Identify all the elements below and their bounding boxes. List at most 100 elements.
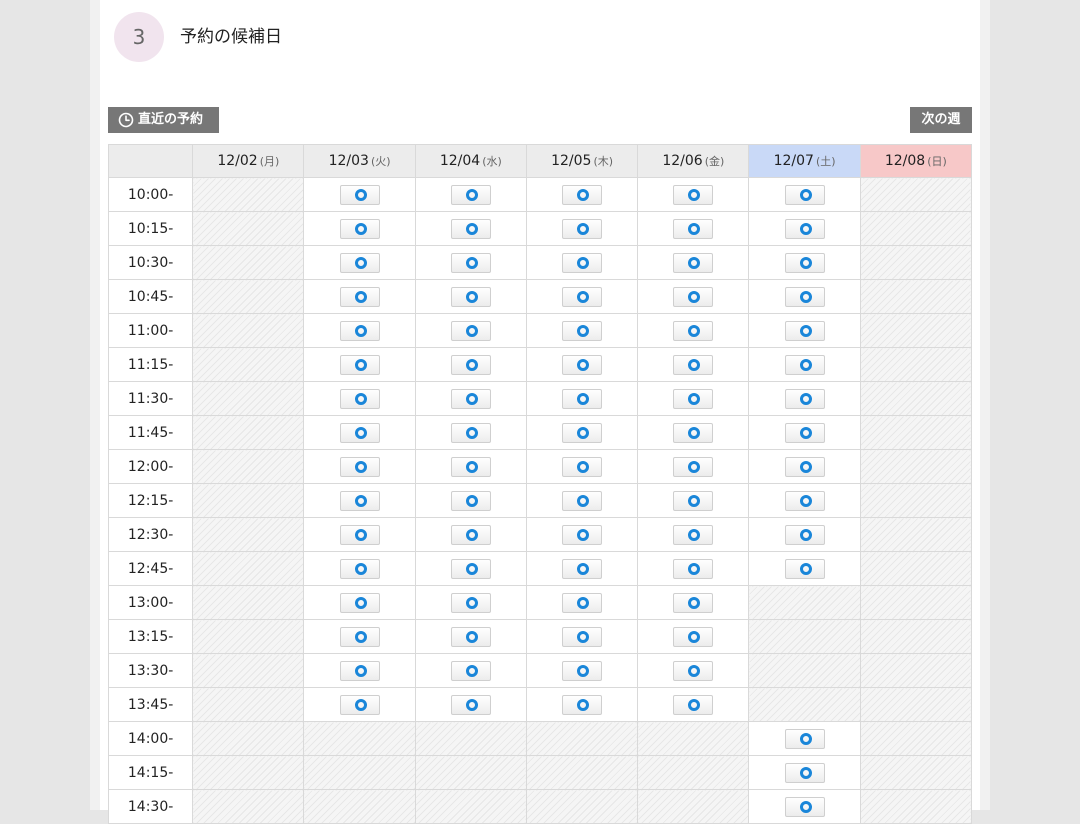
available-slot-button[interactable]	[450, 252, 491, 273]
slot-cell-unavailable	[859, 449, 973, 484]
available-slot-button[interactable]	[673, 252, 714, 273]
available-slot-button[interactable]	[562, 626, 603, 647]
slot-cell-available	[748, 177, 861, 212]
available-slot-button[interactable]	[562, 660, 603, 681]
slot-cell-unavailable	[859, 653, 973, 688]
available-slot-button[interactable]	[339, 388, 380, 409]
available-slot-button[interactable]	[562, 456, 603, 477]
available-slot-button[interactable]	[784, 252, 825, 273]
circle-icon	[577, 290, 590, 303]
available-slot-button[interactable]	[450, 320, 491, 341]
available-slot-button[interactable]	[339, 626, 380, 647]
time-label: 13:00-	[107, 585, 194, 620]
slot-cell-available	[303, 313, 416, 348]
available-slot-button[interactable]	[673, 592, 714, 613]
day-header-2: 12/04 (水)	[414, 144, 527, 178]
available-slot-button[interactable]	[339, 660, 380, 681]
available-slot-button[interactable]	[784, 422, 825, 443]
available-slot-button[interactable]	[339, 694, 380, 715]
available-slot-button[interactable]	[673, 422, 714, 443]
available-slot-button[interactable]	[562, 524, 603, 545]
available-slot-button[interactable]	[339, 456, 380, 477]
available-slot-button[interactable]	[673, 456, 714, 477]
circle-icon	[688, 460, 701, 473]
recent-reservation-label: 直近の予約	[138, 112, 204, 127]
available-slot-button[interactable]	[450, 592, 491, 613]
available-slot-button[interactable]	[339, 252, 380, 273]
available-slot-button[interactable]	[562, 422, 603, 443]
calendar-body: 10:00- 10:15- 10:30- 10:45- 11:00- 11:15- 11:3…	[107, 177, 973, 824]
available-slot-button[interactable]	[339, 354, 380, 375]
available-slot-button[interactable]	[673, 558, 714, 579]
slot-cell-available	[748, 211, 861, 246]
available-slot-button[interactable]	[673, 218, 714, 239]
available-slot-button[interactable]	[673, 694, 714, 715]
available-slot-button[interactable]	[562, 218, 603, 239]
available-slot-button[interactable]	[673, 320, 714, 341]
available-slot-button[interactable]	[562, 558, 603, 579]
available-slot-button[interactable]	[784, 184, 825, 205]
available-slot-button[interactable]	[673, 388, 714, 409]
available-slot-button[interactable]	[339, 422, 380, 443]
available-slot-button[interactable]	[784, 558, 825, 579]
available-slot-button[interactable]	[339, 558, 380, 579]
available-slot-button[interactable]	[450, 694, 491, 715]
available-slot-button[interactable]	[450, 286, 491, 307]
available-slot-button[interactable]	[562, 320, 603, 341]
available-slot-button[interactable]	[562, 354, 603, 375]
available-slot-button[interactable]	[450, 660, 491, 681]
available-slot-button[interactable]	[450, 184, 491, 205]
available-slot-button[interactable]	[339, 218, 380, 239]
available-slot-button[interactable]	[673, 286, 714, 307]
available-slot-button[interactable]	[339, 490, 380, 511]
available-slot-button[interactable]	[673, 626, 714, 647]
circle-icon	[465, 188, 478, 201]
available-slot-button[interactable]	[450, 354, 491, 375]
available-slot-button[interactable]	[450, 558, 491, 579]
available-slot-button[interactable]	[450, 388, 491, 409]
available-slot-button[interactable]	[784, 218, 825, 239]
available-slot-button[interactable]	[339, 286, 380, 307]
available-slot-button[interactable]	[339, 524, 380, 545]
available-slot-button[interactable]	[673, 524, 714, 545]
available-slot-button[interactable]	[784, 728, 825, 749]
available-slot-button[interactable]	[784, 796, 825, 817]
day-header-date: 12/06	[662, 153, 703, 169]
available-slot-button[interactable]	[562, 184, 603, 205]
available-slot-button[interactable]	[339, 320, 380, 341]
available-slot-button[interactable]	[562, 592, 603, 613]
available-slot-button[interactable]	[673, 660, 714, 681]
available-slot-button[interactable]	[562, 252, 603, 273]
circle-icon	[799, 358, 812, 371]
available-slot-button[interactable]	[450, 456, 491, 477]
available-slot-button[interactable]	[562, 490, 603, 511]
available-slot-button[interactable]	[784, 456, 825, 477]
next-week-button[interactable]: 次の週	[910, 107, 972, 133]
available-slot-button[interactable]	[784, 388, 825, 409]
available-slot-button[interactable]	[450, 626, 491, 647]
available-slot-button[interactable]	[673, 490, 714, 511]
available-slot-button[interactable]	[784, 286, 825, 307]
available-slot-button[interactable]	[562, 286, 603, 307]
available-slot-button[interactable]	[784, 524, 825, 545]
available-slot-button[interactable]	[673, 184, 714, 205]
available-slot-button[interactable]	[339, 592, 380, 613]
time-row: 12:00-	[107, 449, 973, 484]
available-slot-button[interactable]	[784, 320, 825, 341]
available-slot-button[interactable]	[784, 354, 825, 375]
available-slot-button[interactable]	[450, 218, 491, 239]
available-slot-button[interactable]	[450, 422, 491, 443]
available-slot-button[interactable]	[450, 524, 491, 545]
day-header-date: 12/07	[773, 153, 814, 169]
available-slot-button[interactable]	[673, 354, 714, 375]
recent-reservation-button[interactable]: 直近の予約	[108, 107, 219, 133]
available-slot-button[interactable]	[450, 490, 491, 511]
slot-cell-available	[303, 585, 416, 620]
time-row: 14:00-	[107, 721, 973, 756]
available-slot-button[interactable]	[339, 184, 380, 205]
available-slot-button[interactable]	[562, 694, 603, 715]
available-slot-button[interactable]	[784, 490, 825, 511]
available-slot-button[interactable]	[562, 388, 603, 409]
time-row: 13:30-	[107, 653, 973, 688]
available-slot-button[interactable]	[784, 762, 825, 783]
